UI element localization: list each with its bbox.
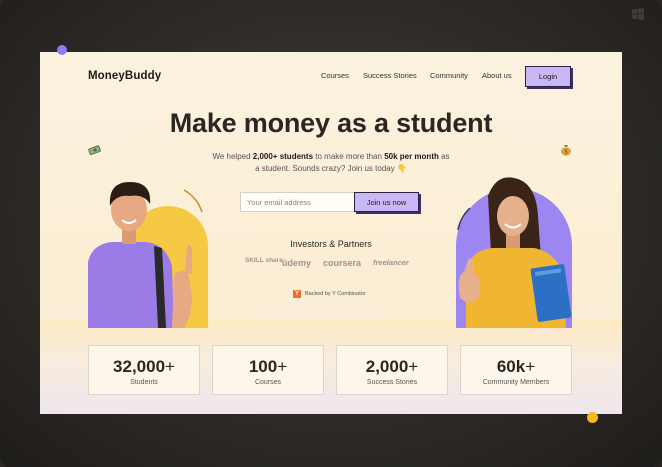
sub-students: 2,000+ students <box>252 152 314 161</box>
hero-subtitle-line2: a student. Sounds crazy? Join us today 👇 <box>255 164 407 173</box>
sub-text: as <box>438 152 450 161</box>
stat-value: 32,000+ <box>89 357 199 377</box>
stat-value: 2,000+ <box>337 357 447 377</box>
stat-label: Community Members <box>482 379 550 386</box>
login-button[interactable]: Login <box>525 66 571 87</box>
money-bag-icon: $ <box>560 143 572 159</box>
student-photo-left <box>88 176 212 328</box>
brand-logo[interactable]: MoneyBuddy <box>88 70 161 82</box>
top-nav: MoneyBuddy Courses Success Stories Commu… <box>88 66 574 90</box>
nav-link-success-stories[interactable]: Success Stories <box>363 71 417 80</box>
yc-text: Backed by Y Combinator <box>305 291 366 297</box>
stat-plus: + <box>277 357 288 376</box>
screenshot-frame: MoneyBuddy Courses Success Stories Commu… <box>0 0 662 467</box>
stat-plus: + <box>525 357 536 376</box>
stat-card-courses: 100+ Courses <box>212 345 324 395</box>
money-bill-icon <box>88 144 102 159</box>
sub-text: We helped <box>212 152 253 161</box>
sub-text: to make more than <box>313 152 385 161</box>
stat-label: Success Stories <box>366 379 418 386</box>
partner-udemy-logo: ûdemy <box>282 258 312 268</box>
hero-subtitle-line1: We helped 2,000+ students to make more t… <box>40 152 622 161</box>
email-input[interactable]: Your email address <box>240 192 354 212</box>
decor-dot-yellow <box>587 412 598 423</box>
stat-label: Courses <box>254 379 282 386</box>
partner-freelancer-logo: freelancer <box>373 258 409 267</box>
stat-value: 100+ <box>213 357 323 377</box>
windows-logo-icon <box>632 8 644 20</box>
stat-number: 60k <box>496 357 526 376</box>
stats-row: 32,000+ Students 100+ Courses 2,000+ Suc… <box>88 345 574 397</box>
stat-value: 60k+ <box>461 357 571 377</box>
stat-label: Students <box>130 379 158 386</box>
stat-number: 2,000 <box>365 357 409 376</box>
landing-page: MoneyBuddy Courses Success Stories Commu… <box>40 52 622 414</box>
stat-number: 32,000 <box>113 357 166 376</box>
nav-link-courses[interactable]: Courses <box>321 71 349 80</box>
stat-plus: + <box>165 357 175 376</box>
svg-text:$: $ <box>564 150 567 156</box>
stat-plus: + <box>408 357 419 376</box>
nav-link-about-us[interactable]: About us <box>482 71 512 80</box>
investors-title: Investors & Partners <box>290 239 372 249</box>
decor-dot-purple <box>57 45 67 55</box>
student-photo-right <box>452 176 576 328</box>
hero-title: Make money as a student <box>169 108 493 138</box>
join-us-button[interactable]: Join us now <box>354 192 419 212</box>
yc-backing: Y Backed by Y Combinator <box>293 290 366 298</box>
stat-number: 100 <box>248 357 278 376</box>
stat-card-success-stories: 2,000+ Success Stories <box>336 345 448 395</box>
nav-link-community[interactable]: Community <box>430 71 468 80</box>
stat-card-students: 32,000+ Students <box>88 345 200 395</box>
partner-skillshare-logo: SKILL share. <box>245 257 285 264</box>
yc-badge-icon: Y <box>293 290 301 298</box>
sub-amount: 50k per month <box>384 152 439 161</box>
partner-coursera-logo: coursera <box>323 258 362 268</box>
stat-card-community-members: 60k+ Community Members <box>460 345 572 395</box>
